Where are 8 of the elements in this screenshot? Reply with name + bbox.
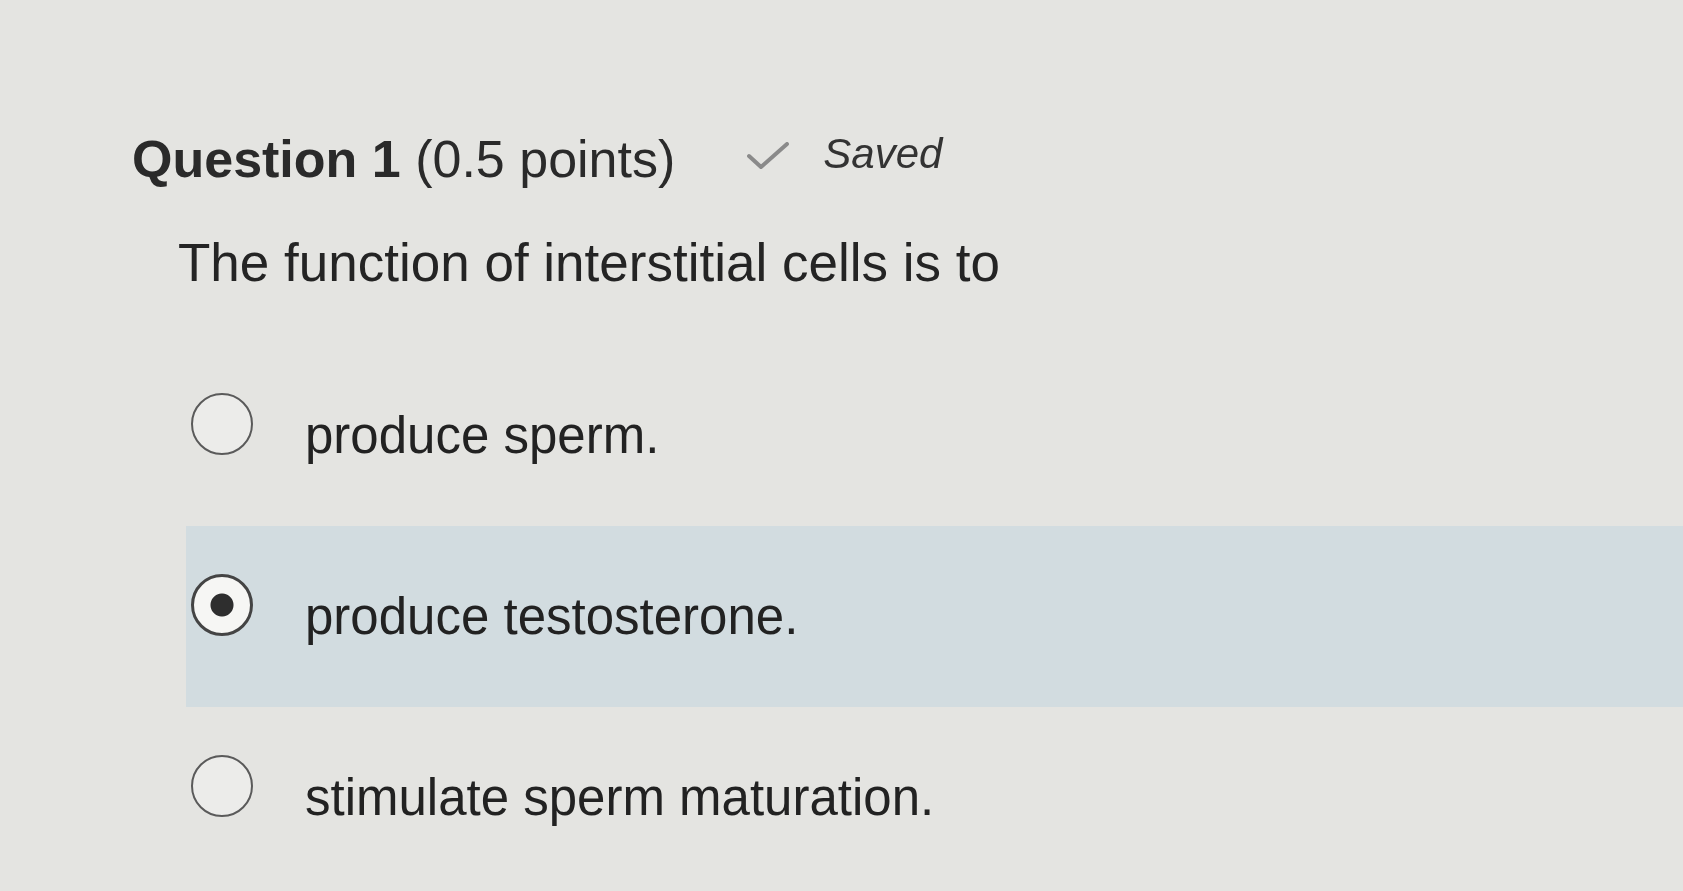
selected-answer-row[interactable]: produce testosterone.: [186, 526, 1683, 707]
check-icon: [747, 142, 790, 170]
answer-text: produce sperm.: [305, 405, 660, 466]
question-prompt: The function of interstitial cells is to: [178, 232, 1001, 294]
answer-text: stimulate sperm maturation.: [305, 767, 935, 828]
answer-text: produce testosterone.: [305, 586, 799, 647]
question-title: Question 1 (0.5 points): [132, 129, 676, 190]
saved-status: Saved: [823, 129, 943, 179]
